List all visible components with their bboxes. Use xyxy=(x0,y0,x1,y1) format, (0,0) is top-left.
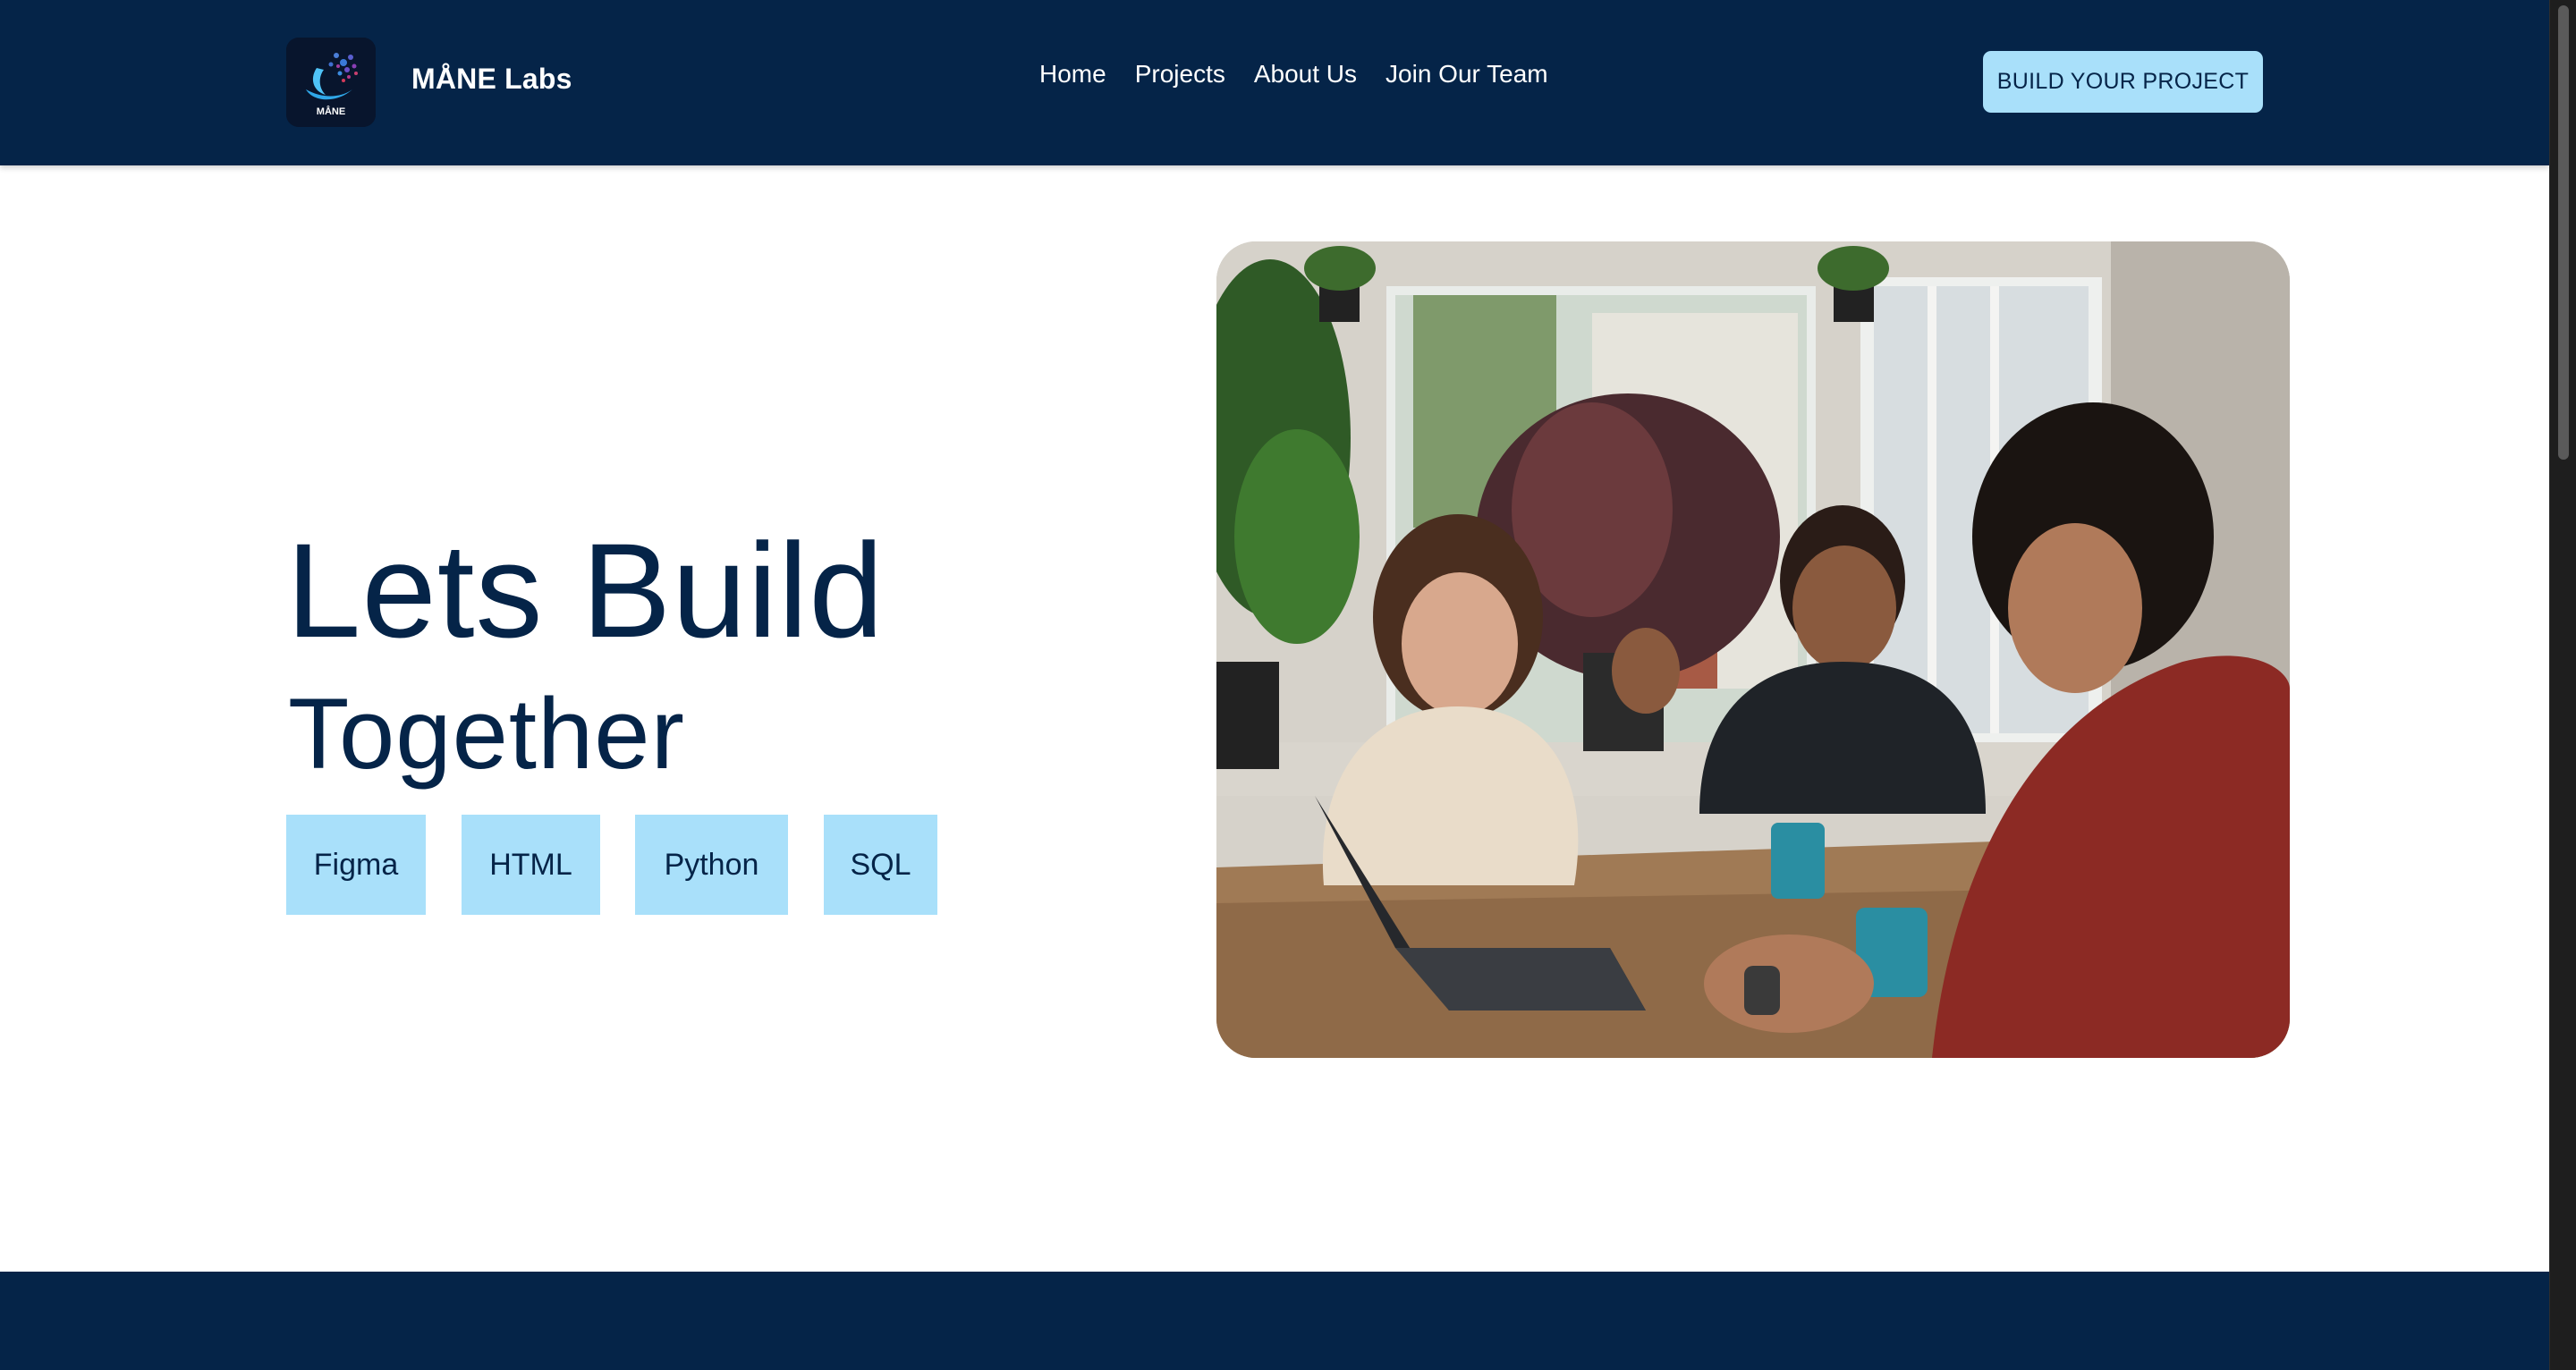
brand-logo[interactable]: MÅNE xyxy=(286,38,376,127)
footer-band xyxy=(0,1272,2549,1370)
nav-link-home[interactable]: Home xyxy=(1039,58,1106,90)
hero-subtitle: Together xyxy=(288,678,685,790)
hero-photo xyxy=(1216,241,2290,1058)
tag-sql: SQL xyxy=(824,815,937,915)
main-nav: Home Projects About Us Join Our Team xyxy=(1039,58,1577,90)
site-header: MÅNE MÅNE Labs Home Projects About Us Jo… xyxy=(0,0,2549,165)
nav-link-about-us[interactable]: About Us xyxy=(1254,58,1357,90)
tag-figma: Figma xyxy=(286,815,426,915)
tag-html: HTML xyxy=(462,815,600,915)
page: MÅNE MÅNE Labs Home Projects About Us Jo… xyxy=(0,0,2576,1370)
team-meeting-image xyxy=(1216,241,2290,1058)
logo-text: MÅNE xyxy=(317,106,345,117)
nav-link-join-our-team[interactable]: Join Our Team xyxy=(1385,58,1548,90)
tag-python: Python xyxy=(635,815,788,915)
scrollbar-thumb[interactable] xyxy=(2558,5,2569,460)
build-your-project-button[interactable]: BUILD YOUR PROJECT xyxy=(1983,51,2263,113)
hero-title: Lets Build xyxy=(286,515,885,665)
moon-logo-icon: MÅNE xyxy=(286,38,376,127)
vertical-scrollbar[interactable] xyxy=(2549,0,2576,1370)
nav-link-projects[interactable]: Projects xyxy=(1135,58,1225,90)
brand-name[interactable]: MÅNE Labs xyxy=(411,63,572,96)
